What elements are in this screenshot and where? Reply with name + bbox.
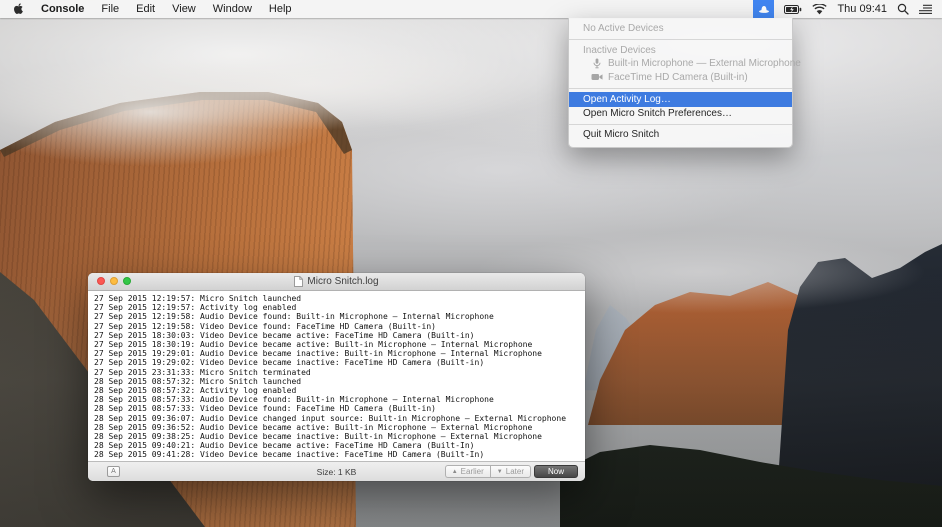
battery-icon — [784, 4, 802, 14]
log-line: 27 Sep 2015 12:19:57: Activity log enabl… — [94, 303, 297, 313]
document-icon — [294, 276, 304, 287]
log-navigation: ▲ Earlier ▼ Later Now — [444, 465, 578, 478]
menu-separator — [569, 87, 792, 89]
video-camera-icon — [591, 73, 603, 81]
notification-center-icon — [919, 4, 932, 14]
log-line: 27 Sep 2015 12:19:57: Micro Snitch launc… — [94, 294, 302, 303]
log-line: 27 Sep 2015 19:29:02: Video Device becam… — [94, 358, 485, 368]
earlier-button-label: Earlier — [460, 467, 484, 476]
spotlight[interactable] — [897, 0, 909, 18]
menu-item-open-activity-log[interactable]: Open Activity Log… — [569, 92, 792, 107]
menu-help[interactable]: Help — [269, 0, 292, 18]
menu-item-quit-micro-snitch[interactable]: Quit Micro Snitch — [569, 128, 792, 142]
log-line: 28 Sep 2015 08:57:32: Micro Snitch launc… — [94, 376, 302, 386]
menu-item-label: FaceTime HD Camera (Built-in) — [608, 71, 748, 83]
battery-status[interactable] — [784, 0, 802, 18]
menu-file[interactable]: File — [101, 0, 119, 18]
micro-snitch-menu-extra[interactable] — [753, 0, 775, 18]
log-line: 28 Sep 2015 09:36:07: Audio Device chang… — [94, 413, 567, 423]
wifi-icon — [812, 3, 828, 14]
now-button[interactable]: Now — [533, 465, 578, 478]
later-button[interactable]: ▼ Later — [489, 465, 531, 478]
menu-view[interactable]: View — [172, 0, 196, 18]
menu-separator — [569, 39, 792, 40]
app-menu-console[interactable]: Console — [41, 0, 84, 18]
menu-item-no-active-devices: No Active Devices — [583, 23, 664, 35]
log-line: 28 Sep 2015 08:57:33: Audio Device found… — [94, 395, 494, 405]
text-encoding-button[interactable]: A — [107, 466, 120, 477]
log-line: 27 Sep 2015 18:30:19: Audio Device becam… — [94, 340, 533, 350]
zoom-button[interactable] — [123, 277, 131, 285]
log-line: 27 Sep 2015 18:30:03: Video Device becam… — [94, 330, 475, 340]
menu-item-label: Built-in Microphone — External Microphon… — [608, 58, 801, 70]
log-view[interactable]: 27 Sep 2015 12:19:57: Micro Snitch launc… — [88, 291, 585, 461]
menu-item-open-preferences[interactable]: Open Micro Snitch Preferences… — [569, 107, 792, 121]
window-controls — [97, 277, 131, 285]
log-line: 27 Sep 2015 12:19:58: Video Device found… — [94, 321, 436, 331]
menu-item-facetime-camera: FaceTime HD Camera (Built-in) — [569, 71, 792, 85]
micro-snitch-icon — [758, 6, 769, 13]
down-arrow-icon: ▼ — [496, 468, 503, 475]
log-line: 28 Sep 2015 08:57:33: Video Device found… — [94, 404, 436, 414]
notification-center[interactable] — [919, 0, 932, 18]
menu-window[interactable]: Window — [213, 0, 252, 18]
earlier-button[interactable]: ▲ Earlier — [444, 465, 490, 478]
menu-bar-clock[interactable]: Thu 09:41 — [837, 0, 887, 18]
log-line: 28 Sep 2015 09:36:52: Audio Device becam… — [94, 422, 533, 432]
menu-separator — [569, 123, 792, 125]
log-line: 28 Sep 2015 08:57:32: Activity log enabl… — [94, 386, 297, 396]
log-line: 27 Sep 2015 19:29:01: Audio Device becam… — [94, 349, 542, 359]
apple-icon — [14, 2, 23, 14]
menu-item-inactive-devices: Inactive Devices — [583, 44, 656, 56]
microphone-icon — [591, 58, 603, 69]
menu-bar-left: Console File Edit View Window Help — [0, 0, 292, 18]
spotlight-search-icon — [897, 3, 909, 15]
apple-menu[interactable] — [13, 0, 24, 18]
log-line: 27 Sep 2015 23:31:33: Micro Snitch termi… — [94, 367, 311, 377]
window-title: Micro Snitch.log — [294, 276, 379, 287]
log-line: 27 Sep 2015 12:19:58: Audio Device found… — [94, 312, 494, 322]
menu-item-builtin-microphone: Built-in Microphone — External Microphon… — [569, 57, 801, 71]
minimize-button[interactable] — [110, 277, 118, 285]
menu-bar: Console File Edit View Window Help Thu 0… — [0, 0, 942, 18]
wifi-status[interactable] — [812, 0, 828, 18]
menu-edit[interactable]: Edit — [136, 0, 155, 18]
window-title-text: Micro Snitch.log — [307, 276, 379, 287]
later-button-label: Later — [505, 467, 524, 476]
log-line: 28 Sep 2015 09:41:28: Video Device becam… — [94, 450, 485, 460]
window-title-bar[interactable]: Micro Snitch.log — [88, 273, 585, 291]
up-arrow-icon: ▲ — [451, 468, 458, 475]
window-status-bar: A Size: 1 KB ▲ Earlier ▼ Later Now — [88, 461, 585, 481]
file-size-label: Size: 1 KB — [316, 466, 357, 477]
console-window: Micro Snitch.log 27 Sep 2015 12:19:57: M… — [88, 273, 585, 481]
log-line: 28 Sep 2015 09:38:25: Audio Device becam… — [94, 432, 542, 442]
micro-snitch-menu: No Active Devices Inactive Devices Built… — [568, 18, 801, 148]
log-line: 28 Sep 2015 09:40:21: Audio Device becam… — [94, 441, 475, 451]
menu-bar-status-area: Thu 09:41 — [753, 0, 942, 18]
close-button[interactable] — [97, 277, 105, 285]
